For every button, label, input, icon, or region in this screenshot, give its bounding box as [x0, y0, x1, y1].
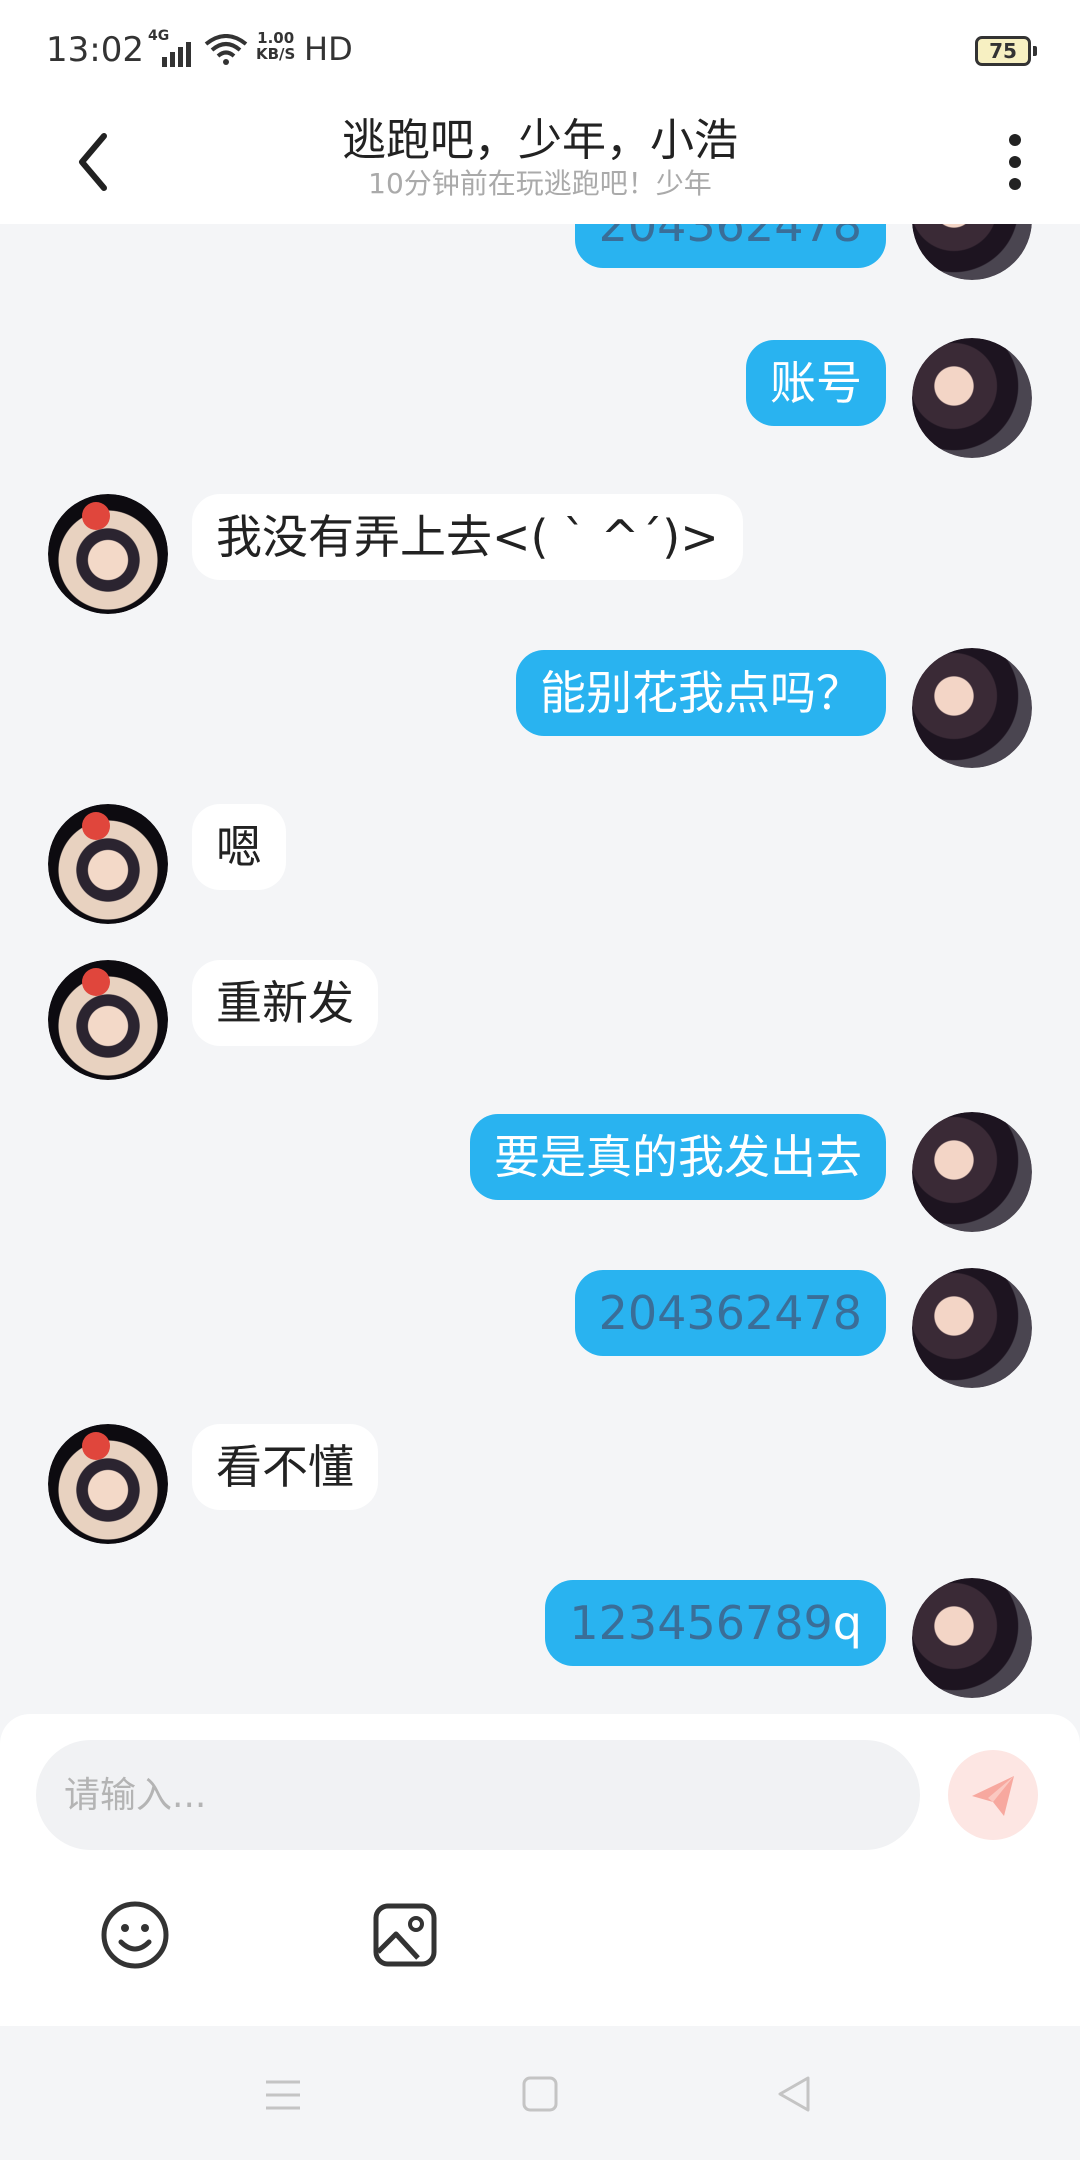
network-speed-unit: KB/S	[256, 45, 296, 63]
message-text: 123456789	[569, 1596, 833, 1650]
chat-header: 逃跑吧，少年，小浩 10分钟前在玩逃跑吧！少年	[0, 100, 1080, 224]
system-nav-bar	[0, 2026, 1080, 2160]
nav-menu-icon[interactable]	[264, 2078, 302, 2112]
message-bubble[interactable]: 我没有弄上去<( ` ^´)>	[192, 494, 743, 580]
contact-avatar[interactable]	[48, 960, 168, 1080]
image-icon[interactable]	[372, 1902, 438, 1968]
my-avatar[interactable]	[912, 1268, 1032, 1388]
chat-subtitle: 10分钟前在玩逃跑吧！少年	[368, 167, 712, 200]
message-bubble[interactable]: 看不懂	[192, 1424, 378, 1510]
composer-panel	[0, 1714, 1080, 2026]
contact-avatar[interactable]	[48, 1424, 168, 1544]
more-vertical-icon[interactable]	[1000, 124, 1030, 200]
message-text-suffix: q	[832, 1596, 862, 1650]
my-avatar[interactable]	[912, 1578, 1032, 1698]
message-bubble[interactable]: 嗯	[192, 804, 286, 890]
my-avatar[interactable]	[912, 338, 1032, 458]
network-speed-value: 1.00	[257, 29, 295, 47]
hd-indicator: HD	[304, 30, 353, 68]
battery-icon: 75	[975, 36, 1037, 66]
message-bubble[interactable]: 204362478	[574, 1270, 886, 1356]
network-speed: 1.00 KB/S	[256, 30, 295, 62]
my-avatar[interactable]	[912, 648, 1032, 768]
battery-level: 75	[989, 39, 1017, 63]
message-bubble[interactable]: 账号	[746, 340, 886, 426]
nav-home-icon[interactable]	[522, 2076, 558, 2112]
message-bubble[interactable]: 重新发	[192, 960, 378, 1046]
message-bubble[interactable]: 要是真的我发出去	[470, 1114, 886, 1200]
back-arrow-icon[interactable]	[72, 124, 122, 200]
contact-avatar[interactable]	[48, 804, 168, 924]
nav-back-icon[interactable]	[776, 2074, 812, 2114]
wifi-icon	[204, 34, 248, 65]
message-list[interactable]: 204362478 账号 我没有弄上去<( ` ^´)> 能别花我点吗？ 嗯 重…	[0, 224, 1080, 1714]
my-avatar[interactable]	[912, 1112, 1032, 1232]
message-input[interactable]	[36, 1740, 920, 1850]
message-bubble[interactable]: 204362478	[574, 224, 886, 268]
send-button[interactable]	[948, 1750, 1038, 1840]
my-avatar[interactable]	[912, 224, 1032, 280]
status-time: 13:02	[46, 30, 144, 70]
cellular-signal-icon: 4G	[148, 28, 196, 67]
send-icon	[972, 1776, 1014, 1816]
contact-avatar[interactable]	[48, 494, 168, 614]
emoji-icon[interactable]	[100, 1900, 170, 1970]
status-bar: 13:02 4G 1.00 KB/S HD 75	[0, 0, 1080, 100]
message-bubble[interactable]: 能别花我点吗？	[516, 650, 886, 736]
chat-title: 逃跑吧，少年，小浩	[342, 115, 738, 166]
message-bubble[interactable]: 123456789q	[545, 1580, 886, 1666]
